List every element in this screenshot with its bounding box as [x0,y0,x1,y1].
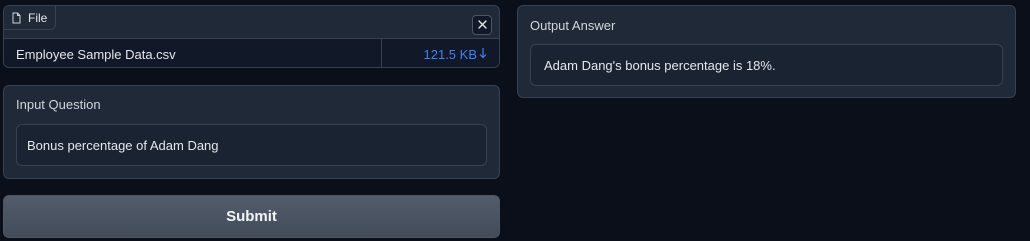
close-icon [477,16,487,34]
input-question-label: Input Question [16,97,101,112]
file-upload-panel: File Employee Sample Data.csv 121.5 KB [3,5,500,68]
input-question-panel: Input Question Bonus percentage of Adam … [3,85,500,179]
file-label-tab: File [4,6,57,30]
uploaded-file-row: Employee Sample Data.csv 121.5 KB [4,38,499,67]
file-label: File [28,10,48,25]
download-arrow-icon [479,47,487,62]
question-input[interactable]: Bonus percentage of Adam Dang [16,124,487,166]
output-answer-label: Output Answer [530,18,616,33]
file-size: 121.5 KB [423,46,478,62]
file-download-link[interactable]: 121.5 KB [382,39,499,67]
clear-file-button[interactable] [472,15,492,35]
file-icon [11,12,22,24]
file-name: Employee Sample Data.csv [4,39,382,67]
output-answer-box: Adam Dang's bonus percentage is 18%. [530,44,1003,86]
output-answer-panel: Output Answer Adam Dang's bonus percenta… [517,5,1016,98]
right-column: Output Answer Adam Dang's bonus percenta… [517,5,1016,98]
submit-button[interactable]: Submit [3,195,500,238]
left-column: File Employee Sample Data.csv 121.5 KB I… [3,5,500,238]
